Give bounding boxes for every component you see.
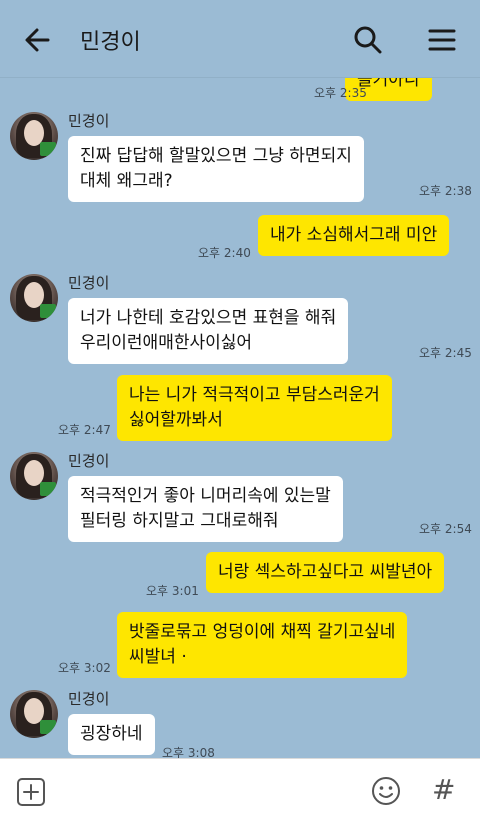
message-line: 너가 나한테 호감있으면 표현을 해줘 bbox=[80, 308, 337, 328]
plus-square-icon[interactable] bbox=[16, 777, 46, 807]
message-line: 밧줄로묶고 엉덩이에 채찍 갈기고싶네 bbox=[129, 622, 396, 642]
message-line: 나는 니가 적극적이고 부담스러운거 bbox=[129, 385, 380, 405]
message-text: 내가 소심해서그래 미안 bbox=[270, 225, 438, 245]
message-bubble-sent[interactable]: 나는 니가 적극적이고 부담스러운거 싫어할까봐서 bbox=[117, 375, 392, 441]
message-line: 진짜 답답해 할말있으면 그냥 하면되지 bbox=[80, 146, 352, 166]
sender-name: 민경이 bbox=[68, 274, 110, 292]
message-time: 오후 2:45 bbox=[419, 346, 472, 360]
message-bubble-received[interactable]: 굉장하네 bbox=[68, 714, 155, 755]
message-line: 우리이런애매한사이싫어 bbox=[80, 333, 253, 353]
message-time: 오후 3:01 bbox=[146, 584, 199, 598]
message-line: 씨발녀 · bbox=[129, 647, 187, 667]
message-bubble-received[interactable]: 진짜 답답해 할말있으면 그냥 하면되지 대체 왜그래? bbox=[68, 136, 364, 202]
sender-name: 민경이 bbox=[68, 690, 110, 708]
message-time: 오후 3:02 bbox=[58, 661, 111, 675]
message-text: 굉장하네 bbox=[80, 724, 143, 744]
message-line: 적극적인거 좋아 니머리속에 있는말 bbox=[80, 486, 331, 506]
message-bubble-sent[interactable]: 내가 소심해서그래 미안 bbox=[258, 215, 450, 256]
search-icon[interactable] bbox=[350, 22, 386, 58]
message-time: 오후 2:40 bbox=[198, 246, 251, 260]
message-time: 오후 2:35 bbox=[314, 86, 367, 100]
message-line: 싫어할까봐서 bbox=[129, 410, 223, 430]
contact-avatar[interactable] bbox=[10, 274, 58, 322]
contact-avatar[interactable] bbox=[10, 690, 58, 738]
menu-icon[interactable] bbox=[424, 22, 460, 58]
message-bubble-received[interactable]: 적극적인거 좋아 니머리속에 있는말 필터링 하지말고 그대로해줘 bbox=[68, 476, 343, 542]
message-time: 오후 3:08 bbox=[162, 746, 215, 758]
message-line: 대체 왜그래? bbox=[80, 171, 173, 191]
message-input-bar[interactable]: # bbox=[0, 758, 480, 822]
message-time: 오후 2:47 bbox=[58, 423, 111, 437]
message-time: 오후 2:38 bbox=[419, 184, 472, 198]
smiley-icon[interactable] bbox=[370, 775, 402, 807]
back-arrow-icon[interactable] bbox=[20, 22, 56, 58]
contact-avatar[interactable] bbox=[10, 452, 58, 500]
message-bubble-received[interactable]: 너가 나한테 호감있으면 표현을 해줘 우리이런애매한사이싫어 bbox=[68, 298, 349, 364]
chat-log[interactable]: 을거아니 오후 2:35 민경이 진짜 답답해 할말있으면 그냥 하면되지 대체… bbox=[0, 78, 480, 758]
chat-title: 민경이 bbox=[80, 30, 141, 55]
contact-avatar[interactable] bbox=[10, 112, 58, 160]
sender-name: 민경이 bbox=[68, 112, 110, 130]
message-bubble-sent[interactable]: 너랑 섹스하고싶다고 씨발년아 bbox=[206, 552, 445, 593]
chat-header: 민경이 bbox=[0, 0, 480, 78]
hash-icon[interactable]: # bbox=[432, 773, 455, 806]
message-line: 필터링 하지말고 그대로해줘 bbox=[80, 511, 279, 531]
sender-name: 민경이 bbox=[68, 452, 110, 470]
message-bubble-sent[interactable]: 밧줄로묶고 엉덩이에 채찍 갈기고싶네 씨발녀 · bbox=[117, 612, 408, 678]
message-text: 너랑 섹스하고싶다고 씨발년아 bbox=[218, 562, 433, 582]
message-time: 오후 2:54 bbox=[419, 522, 472, 536]
